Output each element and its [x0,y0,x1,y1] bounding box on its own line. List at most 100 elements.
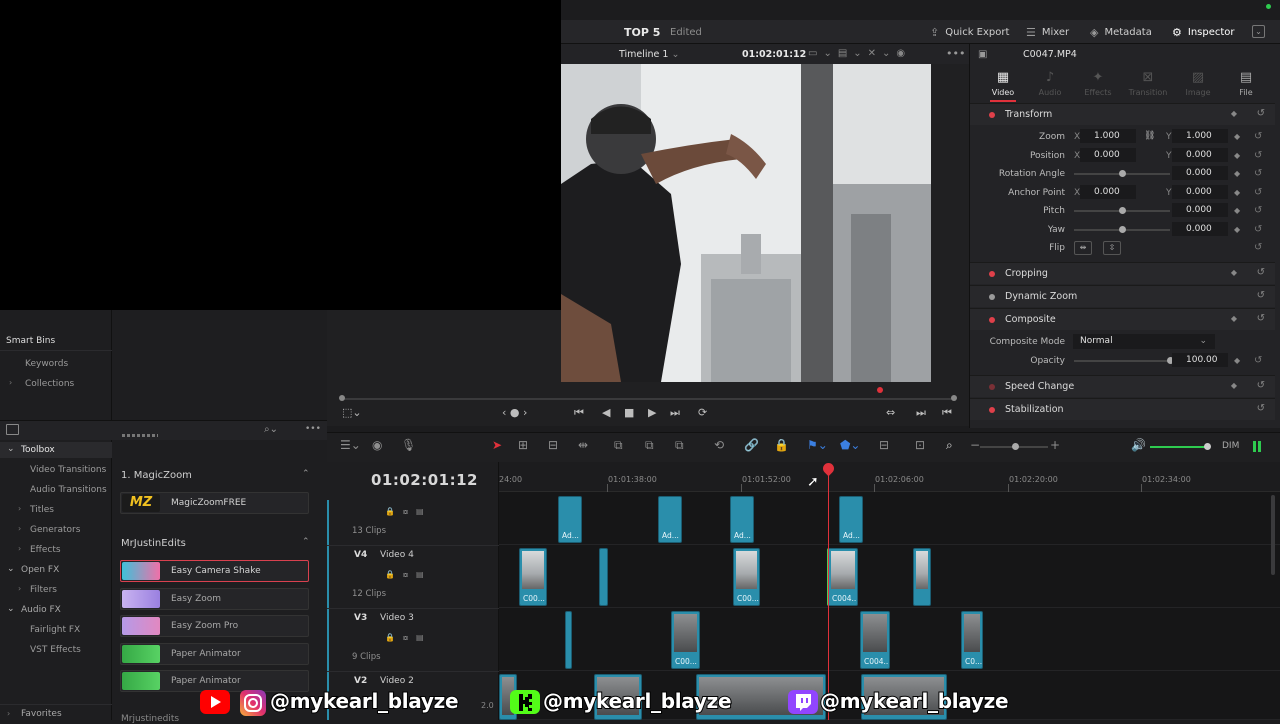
generators-item[interactable]: Generators [30,525,80,535]
tab-effects[interactable]: ✦ Effects [1073,70,1123,97]
position-x-input[interactable]: 0.000 [1080,148,1136,162]
lock-icon[interactable]: 🔒 [774,438,789,452]
volume-slider-knob[interactable] [1204,443,1211,450]
video-transitions-item[interactable]: Video Transitions [30,465,106,475]
step-back-icon[interactable]: ◀ [602,406,610,419]
clip-video[interactable] [599,548,608,606]
chevron-right-icon[interactable]: › [18,584,21,593]
flip-vertical-icon[interactable]: ⇳ [1103,241,1121,255]
track-v4[interactable] [499,545,1280,608]
clip-adjustment[interactable]: Ad... [730,496,754,543]
pitch-input[interactable]: 0.000 [1172,203,1228,217]
clip-video[interactable]: C00... [519,548,547,606]
zoom-x-input[interactable]: 1.000 [1080,129,1136,143]
tab-file[interactable]: ▤ File [1221,70,1271,97]
keyframe-icon[interactable]: ◆ [1234,188,1240,197]
timeline-selector[interactable]: Timeline 1 ⌄ [619,49,679,60]
zoom-custom-icon[interactable]: ⌕ [946,438,953,453]
reset-icon[interactable]: ↺ [1254,150,1262,161]
mixer-button[interactable]: ☰ Mixer [1026,26,1069,39]
filters-item[interactable]: Filters [30,585,57,595]
reset-icon[interactable]: ↺ [1257,267,1265,278]
track-controls-icons[interactable]: 🔒⧇▤ [385,507,432,517]
anchor-y-input[interactable]: 0.000 [1172,185,1228,199]
enable-toggle-icon[interactable] [989,384,995,390]
composite-mode-dropdown[interactable]: Normal ⌄ [1073,334,1215,349]
flag-icon[interactable]: ⚑⌄ [807,438,828,452]
link-icon[interactable]: 🔗 [744,438,759,452]
crop-mode-icon[interactable]: ⬚⌄ [342,406,362,419]
video-preview[interactable] [561,64,931,382]
keywords-item[interactable]: Keywords [25,359,68,369]
enable-toggle-icon[interactable] [989,317,995,323]
loop-icon[interactable]: ⟳ [698,406,707,419]
more-options-icon[interactable]: ••• [305,424,321,434]
chevron-right-icon[interactable]: › [18,524,21,533]
yaw-input[interactable]: 0.000 [1172,222,1228,236]
section-composite[interactable]: Composite ◆ ↺ [970,308,1275,330]
prev-edit-icon[interactable]: ⏭ [916,406,926,420]
fx-card-easy-camera-shake[interactable]: Easy Camera Shake [120,560,309,582]
clip-video[interactable] [913,548,931,606]
skip-start-icon[interactable]: ⏮ [574,406,584,420]
keyframe-icon[interactable]: ◆ [1231,268,1237,277]
keyframe-icon[interactable]: ◆ [1234,356,1240,365]
skip-end-icon[interactable]: ⏭ [670,406,680,420]
inspector-button[interactable]: ⚙ Inspector [1172,26,1235,39]
zoom-out-icon[interactable]: − [970,438,980,452]
zoom-detail-icon[interactable]: ⊡ [915,438,925,452]
reset-icon[interactable]: ↺ [1254,224,1262,235]
reset-icon[interactable]: ↺ [1257,313,1265,324]
vst-effects-item[interactable]: VST Effects [30,645,81,655]
section-cropping[interactable]: Cropping ◆ ↺ [970,262,1275,284]
playhead-line[interactable] [828,468,829,720]
volume-icon[interactable]: 🔊 [1131,438,1146,452]
rotation-input[interactable]: 0.000 [1172,166,1228,180]
track-v5[interactable] [499,492,1280,545]
audio-transitions-item[interactable]: Audio Transitions [30,485,107,495]
chevron-right-icon[interactable]: › [18,544,21,553]
enable-toggle-icon[interactable] [989,271,995,277]
section-stabilization[interactable]: Stabilization ↺ [970,398,1275,420]
clip-adjustment[interactable]: Ad... [839,496,863,543]
section-speed-change[interactable]: Speed Change ◆ ↺ [970,375,1275,397]
fx-card-easy-zoom[interactable]: Easy Zoom [120,588,309,610]
search-icon[interactable]: ⌕⌄ [264,424,278,435]
clip-video[interactable]: C0... [961,611,983,669]
clip-adjustment[interactable]: Ad... [558,496,582,543]
pitch-slider-knob[interactable] [1119,207,1126,214]
viewer-options-icons[interactable]: ▭⌄▤⌄✕⌄◉ [808,48,911,59]
fx-card-magiczoom-free[interactable]: MZ MagicZoomFREE [120,492,309,514]
collections-item[interactable]: Collections [25,379,74,389]
titles-item[interactable]: Titles [30,505,54,515]
toolbox-item[interactable]: Toolbox [21,445,55,455]
fx-card-paper-animator[interactable]: Paper Animator [120,643,309,665]
view-icon[interactable]: ◉ [372,438,382,452]
favorites-item[interactable]: Favorites [21,709,62,719]
track-name-v2[interactable]: Video 2 [380,676,414,686]
enable-toggle-icon[interactable] [989,112,995,118]
fx-card-easy-zoom-pro[interactable]: Easy Zoom Pro [120,615,309,637]
track-controls-icons[interactable]: 🔒⧇▤ [385,633,432,643]
reset-icon[interactable]: ↺ [1254,187,1262,198]
microphone-icon[interactable]: 🎙 [401,438,416,452]
reset-icon[interactable]: ↺ [1257,108,1265,119]
insert-clip-icon[interactable]: ⧉ [614,438,623,453]
section-transform[interactable]: Transform ◆ ↺ [970,103,1275,125]
keyframe-icon[interactable]: ◆ [1231,381,1237,390]
reset-icon[interactable]: ↺ [1257,380,1265,391]
zoom-full-icon[interactable]: ⊟ [879,438,889,452]
chevron-right-icon[interactable]: › [18,504,21,513]
snapping-icon[interactable]: ⟲ [714,438,724,452]
replace-clip-icon[interactable]: ⧉ [675,438,684,453]
clip-adjustment[interactable]: Ad... [658,496,682,543]
timeline-scrollbar[interactable] [1271,495,1275,575]
zoom-in-icon[interactable]: + [1050,438,1060,452]
section-dynamic-zoom[interactable]: Dynamic Zoom ↺ [970,285,1275,307]
clip-video[interactable] [565,611,572,669]
keyframe-icon[interactable]: ◆ [1234,132,1240,141]
reset-icon[interactable]: ↺ [1254,242,1262,253]
chevron-down-icon[interactable]: ⌄ [7,564,15,574]
opacity-input[interactable]: 100.00 [1172,353,1228,367]
track-name-v3[interactable]: Video 3 [380,613,414,623]
